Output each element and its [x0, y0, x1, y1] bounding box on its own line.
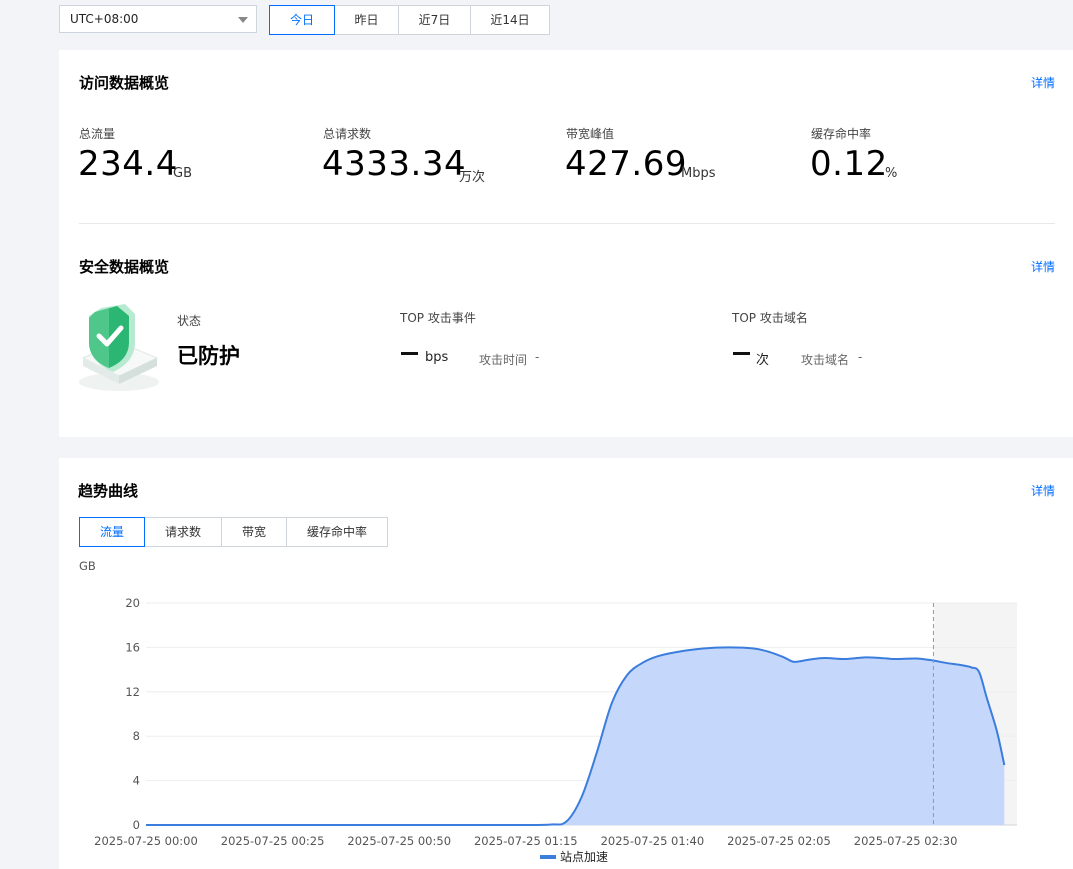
y-tick-label: 20 [125, 596, 140, 610]
metric-unit-traffic: GB [173, 166, 192, 181]
timezone-select[interactable]: UTC+08:00 [59, 5, 257, 33]
attack-event-unit: bps [425, 350, 449, 365]
visit-overview-title: 访问数据概览 [79, 74, 170, 92]
date-range-group: 今日 昨日 近7日 近14日 [269, 5, 550, 35]
x-tick-label: 2025-07-25 02:30 [854, 834, 958, 848]
section-divider [79, 223, 1055, 224]
range-14d-button[interactable]: 近14日 [471, 5, 550, 35]
y-tick-label: 0 [133, 818, 140, 832]
x-tick-label: 2025-07-25 00:25 [221, 834, 325, 848]
overview-card: 访问数据概览 详情 总流量 234.4 GB 总请求数 4333.34 万次 带… [59, 50, 1073, 437]
metric-label-bandwidth: 带宽峰值 [566, 127, 615, 141]
metric-unit-bandwidth: Mbps [681, 166, 716, 181]
metric-unit-requests: 万次 [459, 170, 486, 185]
security-overview-title: 安全数据概览 [79, 258, 170, 276]
y-tick-label: 16 [125, 640, 140, 654]
range-7d-button[interactable]: 近7日 [399, 5, 471, 35]
shield-check-icon [79, 304, 159, 391]
visit-detail-link[interactable]: 详情 [1031, 74, 1055, 91]
attack-time-value: - [535, 350, 540, 364]
metric-label-traffic: 总流量 [79, 127, 116, 141]
security-detail-link[interactable]: 详情 [1031, 258, 1055, 275]
attack-time-label: 攻击时间 [479, 353, 528, 367]
metric-value-bandwidth: 427.69 [565, 144, 687, 184]
attack-domain-label: 攻击域名 [801, 353, 850, 367]
chart-legend[interactable]: 站点加速 [540, 848, 608, 865]
attack-domain-value-dash [733, 352, 750, 355]
metric-label-cache-hit: 缓存命中率 [811, 127, 872, 141]
y-tick-label: 8 [133, 729, 140, 743]
trend-card: 趋势曲线 详情 流量 请求数 带宽 缓存命中率 GB 0 4 8 12 16 20 2025… [59, 458, 1073, 869]
attack-domain-unit: 次 [756, 353, 770, 368]
metric-value-traffic: 234.4 [78, 144, 178, 184]
attack-domain-value: - [858, 350, 863, 364]
range-yesterday-button[interactable]: 昨日 [335, 5, 399, 35]
chevron-down-icon [238, 17, 248, 23]
metric-unit-cache-hit: % [885, 166, 898, 181]
y-tick-label: 12 [125, 685, 140, 699]
legend-swatch [540, 854, 556, 859]
range-today-button[interactable]: 今日 [269, 5, 335, 35]
y-tick-label: 4 [133, 774, 140, 788]
timezone-value: UTC+08:00 [70, 12, 139, 26]
trend-chart: 0 4 8 12 16 20 2025-07-25 00:00 2025-07-25 00:2… [94, 596, 1017, 848]
x-tick-label: 2025-07-25 01:40 [601, 834, 705, 848]
attack-event-value-dash [401, 352, 418, 355]
legend-label: 站点加速 [560, 850, 609, 864]
status-value: 已防护 [177, 344, 240, 368]
status-label: 状态 [177, 314, 202, 328]
top-attack-domain-label: TOP 攻击域名 [732, 311, 808, 325]
x-tick-label: 2025-07-25 00:50 [347, 834, 451, 848]
x-tick-label: 2025-07-25 01:15 [474, 834, 578, 848]
x-tick-label: 2025-07-25 02:05 [727, 834, 831, 848]
top-attack-event-label: TOP 攻击事件 [400, 311, 476, 325]
metric-value-cache-hit: 0.12 [810, 144, 888, 184]
metric-value-requests: 4333.34 [322, 144, 467, 184]
metric-label-requests: 总请求数 [323, 127, 372, 141]
x-tick-label: 2025-07-25 00:00 [94, 834, 198, 848]
